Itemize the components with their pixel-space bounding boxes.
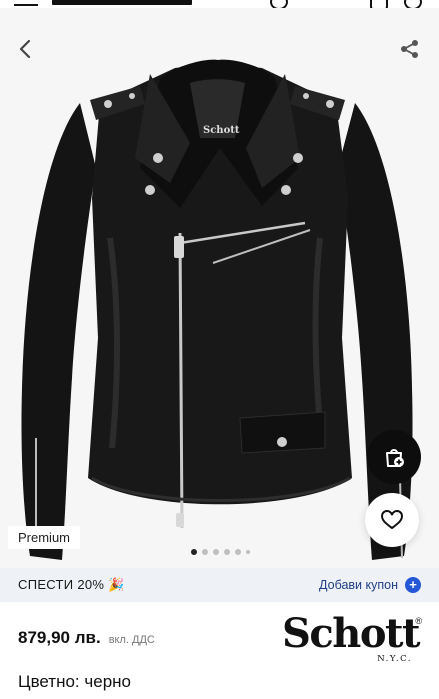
promo-save-text: СПЕСТИ 20% 🎉 [18, 577, 125, 592]
add-coupon-label: Добави купон [319, 578, 398, 592]
price-row: 879,90 лв. вкл. ДДС [18, 628, 155, 648]
brand-logo[interactable]: Schott ® N.Y.C. [282, 614, 424, 665]
pagination-dot-active[interactable] [191, 549, 197, 555]
pagination-dot[interactable] [235, 549, 241, 555]
brand-logo-nyc: N.Y.C. [377, 654, 412, 664]
product-color: Цветно: черно [18, 672, 131, 691]
share-icon [401, 40, 418, 58]
heart-icon [381, 510, 403, 529]
product-image-gallery[interactable]: Schott Premium [0, 8, 439, 568]
premium-badge: Premium [8, 526, 81, 549]
brand-logo-registered: ® [415, 616, 422, 626]
add-coupon-link[interactable]: Добави купон + [319, 577, 421, 593]
chevron-left-icon [19, 39, 31, 59]
add-to-bag-button[interactable] [367, 430, 421, 484]
pagination-dot[interactable] [246, 550, 250, 554]
gallery-pagination[interactable] [191, 549, 250, 555]
top-header [0, 0, 439, 10]
share-button[interactable] [395, 34, 425, 64]
shopping-bag-add-icon [386, 449, 404, 467]
brand-logo-wordmark: Schott [282, 610, 420, 657]
product-price: 879,90 лв. [18, 628, 101, 647]
pagination-dot[interactable] [202, 549, 208, 555]
menu-icon[interactable] [14, 0, 38, 6]
pagination-dot[interactable] [213, 549, 219, 555]
wishlist-button[interactable] [365, 493, 419, 547]
svg-text:Schott: Schott [203, 125, 240, 136]
back-button[interactable] [10, 34, 40, 64]
pagination-dot[interactable] [224, 549, 230, 555]
site-logo[interactable] [52, 0, 192, 5]
vat-note: вкл. ДДС [108, 634, 155, 646]
promo-banner: СПЕСТИ 20% 🎉 Добави купон + [0, 568, 439, 602]
plus-circle-icon: + [405, 577, 421, 593]
product-image: Schott [21, 59, 413, 560]
